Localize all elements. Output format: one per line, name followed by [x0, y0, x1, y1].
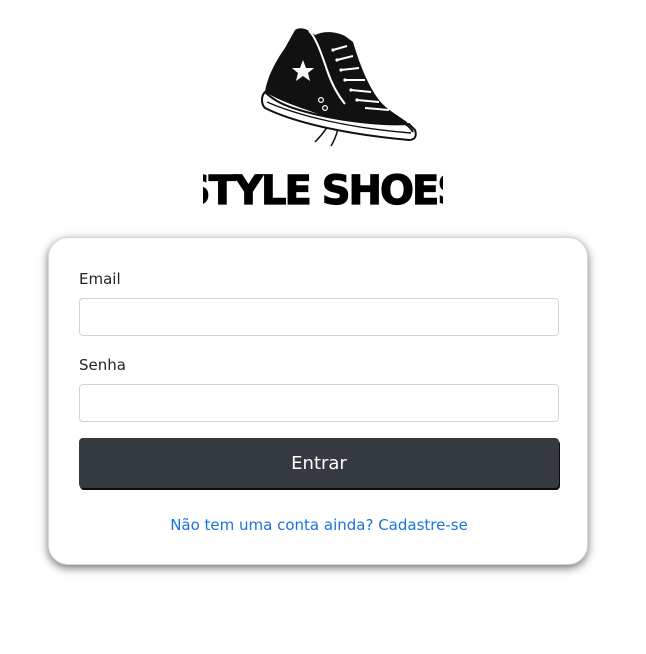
brand-name: STYLE SHOES: [203, 168, 443, 212]
brand-logo: STYLE SHOES: [0, 22, 646, 212]
email-field[interactable]: [79, 298, 559, 336]
login-page: STYLE SHOES Email Senha Entrar Não tem u…: [0, 0, 646, 654]
login-card: Email Senha Entrar Não tem uma conta ain…: [48, 237, 588, 565]
email-label: Email: [79, 270, 121, 288]
login-button[interactable]: Entrar: [79, 438, 559, 488]
high-top-sneaker-icon: STYLE SHOES: [203, 28, 443, 212]
password-label: Senha: [79, 356, 126, 374]
signup-link[interactable]: Não tem uma conta ainda? Cadastre-se: [49, 516, 589, 534]
password-field[interactable]: [79, 384, 559, 422]
